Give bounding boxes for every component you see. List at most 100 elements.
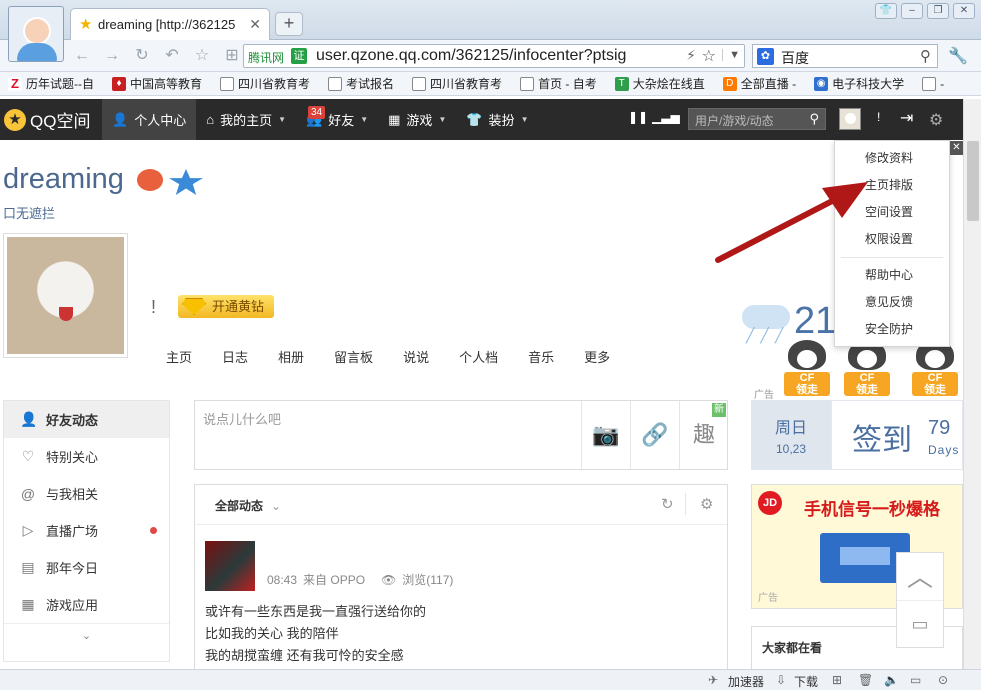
screen-icon[interactable]: ▭: [910, 673, 921, 687]
open-vip-button[interactable]: 开通黄钻: [178, 295, 274, 318]
close-icon[interactable]: ✕: [950, 141, 963, 155]
bookmark-item[interactable]: Z 历年试题--自: [8, 75, 94, 92]
close-tab-icon[interactable]: ✕: [249, 16, 261, 33]
browser-tab[interactable]: ★ dreaming [http://362125 ✕: [70, 8, 270, 40]
profile-tab-messages[interactable]: 留言板: [334, 347, 373, 366]
profile-tab-profile[interactable]: 个人档: [459, 347, 498, 366]
unread-dot: [150, 527, 157, 534]
bookmark-item[interactable]: D 全部直播 -: [722, 75, 796, 92]
certificate-icon[interactable]: 证: [291, 48, 307, 64]
new-tab-button[interactable]: +: [275, 12, 303, 36]
link-icon[interactable]: 🔗: [630, 401, 679, 469]
qzone-logo[interactable]: ★ QQ空间: [4, 107, 90, 132]
plus-icon[interactable]: ⊞: [832, 673, 842, 687]
favorite-star-icon[interactable]: ☆: [702, 46, 716, 66]
menu-game-apps[interactable]: ▦ 游戏应用: [4, 586, 169, 623]
gear-icon[interactable]: ⚙: [929, 110, 943, 130]
dog-ad-item[interactable]: CF 领走: [908, 340, 962, 398]
skin-icon[interactable]: 👕: [875, 3, 897, 19]
back-to-top-icon[interactable]: ︿: [897, 553, 943, 601]
menu-on-this-day[interactable]: ▤ 那年今日: [4, 549, 169, 586]
nav-dressup[interactable]: 👕 装扮 ▼: [456, 99, 538, 140]
logout-icon[interactable]: ⇥: [900, 108, 913, 128]
bookmark-item[interactable]: ◉ 电子科技大学: [814, 75, 904, 92]
menu-help-center[interactable]: 帮助中心: [835, 262, 949, 289]
back-icon[interactable]: ←: [72, 46, 92, 66]
bars-icon[interactable]: ▁▃▅: [652, 110, 680, 130]
user-icon: 👤: [20, 411, 38, 427]
zoom-icon[interactable]: ⊙: [938, 673, 948, 687]
checkin-button[interactable]: 签到 79 Days: [831, 400, 963, 470]
refresh-icon[interactable]: ↻: [132, 46, 152, 66]
post-views[interactable]: 浏览(117): [402, 571, 453, 588]
download-button[interactable]: 下载: [794, 673, 818, 690]
message-icon[interactable]: ▭: [897, 601, 943, 647]
search-icon[interactable]: ⚲: [920, 47, 931, 65]
forward-icon[interactable]: →: [102, 46, 122, 66]
profile-tab-music[interactable]: 音乐: [528, 347, 554, 366]
expand-menu-chevron-icon[interactable]: ⌄: [4, 623, 169, 647]
apps-icon[interactable]: ⊞: [222, 46, 242, 66]
profile-tab-album[interactable]: 相册: [278, 347, 304, 366]
bookmark-item[interactable]: 首页 - 自考: [520, 75, 597, 92]
lightning-icon[interactable]: ⚡: [686, 47, 696, 64]
search-icon[interactable]: ⚲: [809, 111, 819, 127]
address-dropdown-icon[interactable]: ▼: [722, 49, 740, 61]
bookmark-item[interactable]: 考试报名: [328, 75, 394, 92]
menu-edit-profile[interactable]: 修改资料: [835, 145, 949, 172]
profile-tab-home[interactable]: 主页: [166, 347, 192, 366]
profile-tab-moods[interactable]: 说说: [403, 347, 429, 366]
browser-search-box[interactable]: ✿ 百度 ⚲: [752, 44, 938, 68]
restore-icon[interactable]: ❐: [927, 3, 949, 19]
menu-permission-settings[interactable]: 权限设置: [835, 226, 949, 253]
bookmark-item[interactable]: T 大杂烩在线直: [614, 75, 705, 92]
profile-tab-blog[interactable]: 日志: [222, 347, 248, 366]
browser-profile-avatar[interactable]: [8, 6, 64, 62]
star-badge-icon[interactable]: [169, 169, 203, 195]
gear-icon[interactable]: ⚙: [700, 495, 713, 513]
menu-space-settings[interactable]: 空间设置: [835, 199, 949, 226]
url-text[interactable]: user.qzone.qq.com/362125/infocenter?ptsi…: [316, 47, 626, 65]
fun-button[interactable]: 趣 新: [679, 401, 728, 469]
bookmark-item[interactable]: 四川省教育考: [220, 75, 310, 92]
wrench-icon[interactable]: 🔧: [948, 46, 968, 66]
bookmark-item[interactable]: 四川省教育考: [412, 75, 502, 92]
undo-icon[interactable]: ↶: [162, 46, 182, 66]
home-icon[interactable]: ☆: [192, 46, 212, 66]
menu-feedback[interactable]: 意见反馈: [835, 289, 949, 316]
user-avatar-small[interactable]: [839, 108, 861, 130]
dog-ad-item[interactable]: CF 领走: [780, 340, 834, 398]
trash-icon[interactable]: 🗑: [858, 673, 873, 687]
page-scrollbar[interactable]: [963, 99, 981, 669]
menu-security[interactable]: 安全防护: [835, 316, 949, 343]
bookmark-item[interactable]: ♦ 中国高等教育: [112, 75, 202, 92]
profile-username[interactable]: dreaming: [3, 163, 124, 196]
menu-friend-feed[interactable]: 👤 好友动态: [4, 401, 169, 438]
address-bar[interactable]: 腾讯网 证 user.qzone.qq.com/362125/infocente…: [243, 44, 745, 68]
menu-special-care[interactable]: ♡ 特别关心: [4, 438, 169, 475]
alert-exclaim[interactable]: !: [877, 110, 880, 130]
accelerator-button[interactable]: 加速器: [728, 673, 764, 690]
nav-friends[interactable]: 👥 34 好友 ▼: [296, 99, 378, 140]
menu-live-square[interactable]: ▷ 直播广场: [4, 512, 169, 549]
post-composer[interactable]: 说点儿什么吧 📷 🔗 趣 新: [194, 400, 728, 470]
qzone-search-input[interactable]: 用户/游戏/动态 ⚲: [688, 108, 826, 130]
camera-icon[interactable]: 📷: [581, 401, 630, 469]
volume-icon[interactable]: 🔈: [884, 673, 899, 687]
post-author-avatar[interactable]: [205, 541, 255, 591]
nav-games[interactable]: ▦ 游戏 ▼: [378, 99, 456, 140]
profile-tab-more[interactable]: 更多: [584, 347, 610, 366]
close-window-icon[interactable]: ✕: [953, 3, 975, 19]
nav-personal-center[interactable]: 👤 个人中心: [102, 99, 197, 140]
feed-filter-dropdown[interactable]: 全部动态 ⌄: [215, 497, 281, 514]
level-badge-icon[interactable]: [137, 169, 163, 191]
dog-ad-item[interactable]: CF 领走: [840, 340, 894, 398]
refresh-icon[interactable]: ↻: [661, 495, 674, 513]
menu-homepage-layout[interactable]: 主页排版: [835, 172, 949, 199]
nav-my-homepage[interactable]: ⌂ 我的主页 ▼: [196, 99, 296, 140]
profile-avatar[interactable]: [3, 233, 128, 358]
minimize-icon[interactable]: –: [901, 3, 923, 19]
bookmark-item[interactable]: -: [922, 76, 944, 91]
menu-related-to-me[interactable]: @ 与我相关: [4, 475, 169, 512]
pause-icon[interactable]: ❚❚: [628, 110, 648, 130]
